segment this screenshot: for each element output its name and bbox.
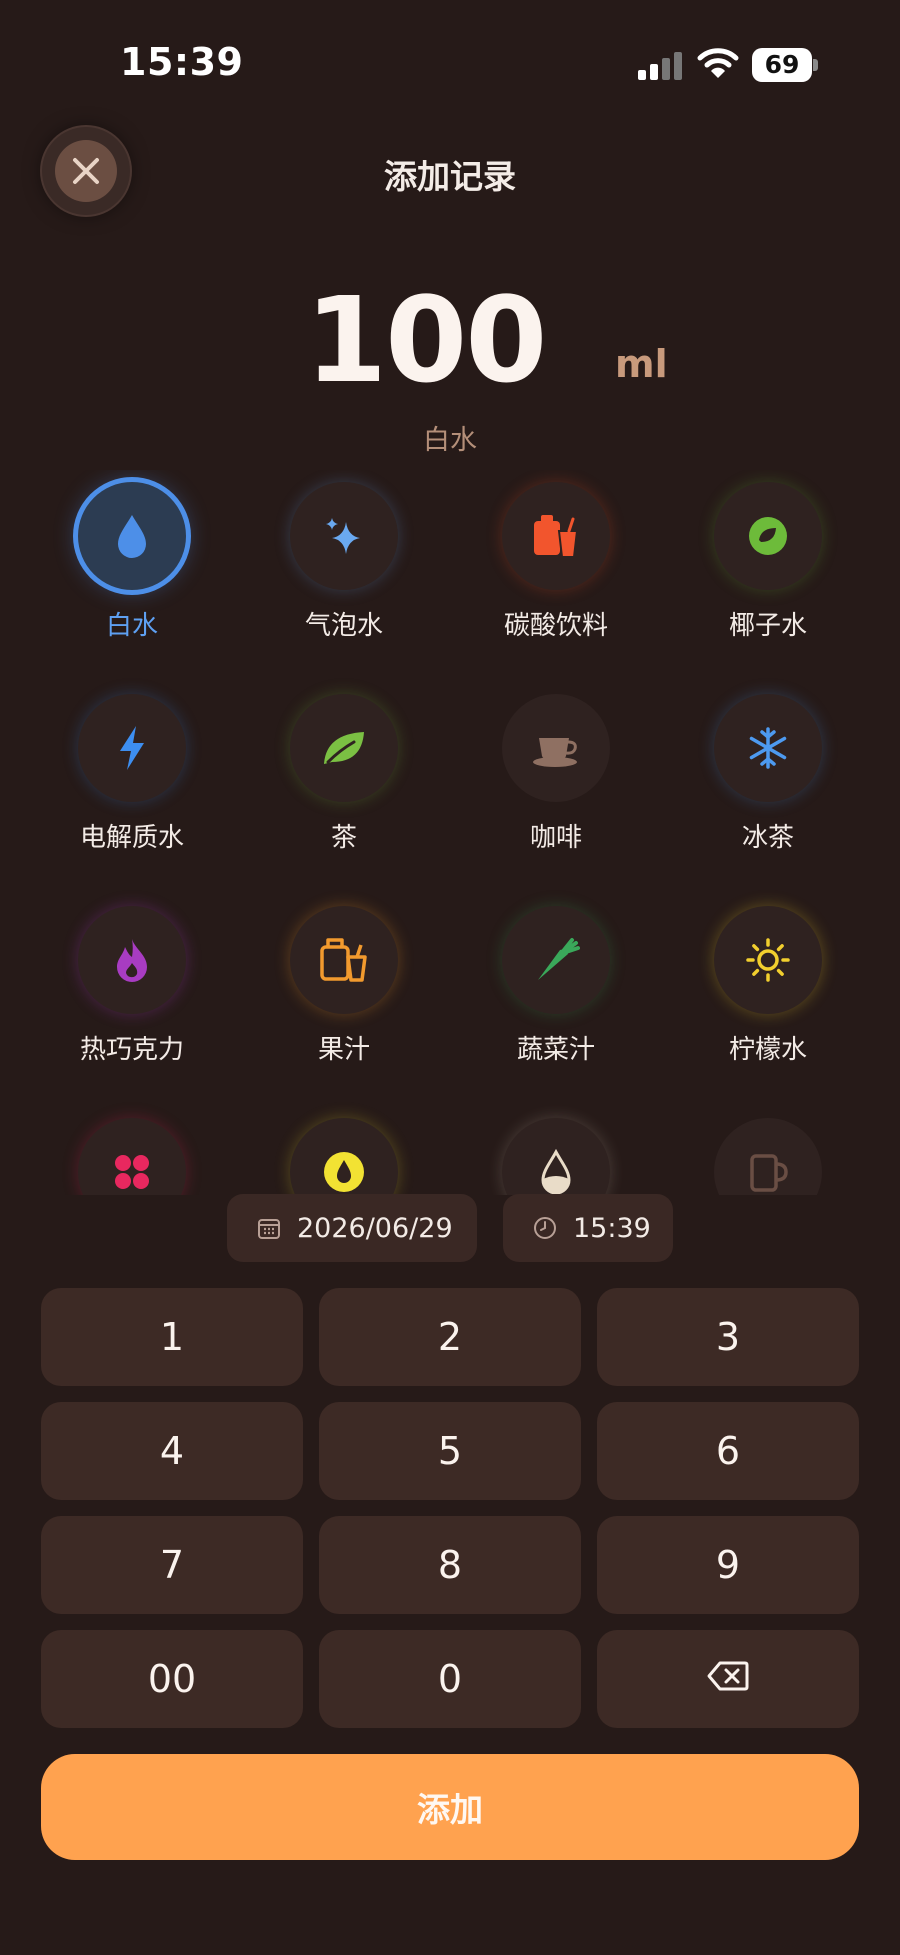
key-5[interactable]: 5 bbox=[319, 1402, 581, 1500]
battery-cap bbox=[813, 59, 818, 71]
drink-label: 果汁 bbox=[317, 1035, 370, 1065]
drink-option-electrolyte-water[interactable]: 电解质水 bbox=[32, 682, 232, 853]
drink-label: 电解质水 bbox=[79, 823, 184, 853]
drink-option-vegetable-juice[interactable]: 蔬菜汁 bbox=[456, 894, 656, 1065]
drink-option-iced-tea[interactable]: 冰茶 bbox=[668, 682, 868, 853]
time-value: 15:39 bbox=[573, 1212, 651, 1244]
clock-icon bbox=[533, 1216, 557, 1240]
time-picker[interactable]: 15:39 bbox=[503, 1194, 673, 1262]
key-0[interactable]: 0 bbox=[319, 1630, 581, 1728]
juice-box-icon bbox=[290, 906, 398, 1014]
leaf-icon bbox=[290, 694, 398, 802]
coffee-cup-icon bbox=[502, 694, 610, 802]
clover-icon bbox=[78, 1118, 186, 1195]
backspace-icon bbox=[707, 1657, 749, 1701]
key-3[interactable]: 3 bbox=[597, 1288, 859, 1386]
snowflake-icon bbox=[714, 694, 822, 802]
drink-label: 茶 bbox=[330, 823, 357, 853]
drink-label: 蔬菜汁 bbox=[516, 1035, 595, 1065]
drink-label: 椰子水 bbox=[728, 611, 807, 641]
wifi-icon bbox=[697, 46, 739, 80]
yellow-drop-icon bbox=[290, 1118, 398, 1195]
drink-label: 白水 bbox=[105, 611, 158, 641]
drink-option-more-1[interactable] bbox=[32, 1106, 232, 1195]
mug-icon bbox=[714, 1118, 822, 1195]
drink-option-more-2[interactable] bbox=[244, 1106, 444, 1195]
status-bar: 15:39 69 bbox=[0, 0, 900, 130]
status-time: 15:39 bbox=[120, 40, 244, 84]
page-title: 添加记录 bbox=[384, 157, 516, 196]
drink-label: 气泡水 bbox=[304, 611, 383, 641]
water-drop-icon bbox=[78, 482, 186, 590]
add-button[interactable]: 添加 bbox=[41, 1754, 859, 1860]
key-7[interactable]: 7 bbox=[41, 1516, 303, 1614]
drink-type-grid: 白水 气泡水 碳酸饮料 椰子水 电解质水 茶 咖啡 冰茶 热巧克力 果汁 蔬菜汁… bbox=[0, 470, 900, 1195]
key-4[interactable]: 4 bbox=[41, 1402, 303, 1500]
drink-option-hot-chocolate[interactable]: 热巧克力 bbox=[32, 894, 232, 1065]
battery-level: 69 bbox=[752, 48, 812, 82]
amount-value: 100 bbox=[305, 271, 547, 409]
battery-indicator: 69 bbox=[752, 48, 818, 82]
drink-option-more-4[interactable] bbox=[668, 1106, 868, 1195]
cellular-signal-icon bbox=[638, 50, 684, 80]
drink-label: 柠檬水 bbox=[728, 1035, 807, 1065]
drink-label: 冰茶 bbox=[741, 823, 794, 853]
key-6[interactable]: 6 bbox=[597, 1402, 859, 1500]
key-9[interactable]: 9 bbox=[597, 1516, 859, 1614]
selected-drink-name: 白水 bbox=[423, 425, 477, 456]
date-picker[interactable]: 2026/06/29 bbox=[227, 1194, 477, 1262]
drink-option-more-3[interactable] bbox=[456, 1106, 656, 1195]
key-00[interactable]: 00 bbox=[41, 1630, 303, 1728]
lightning-icon bbox=[78, 694, 186, 802]
key-1[interactable]: 1 bbox=[41, 1288, 303, 1386]
drink-option-soda[interactable]: 碳酸饮料 bbox=[456, 470, 656, 641]
sun-icon bbox=[714, 906, 822, 1014]
carrot-icon bbox=[502, 906, 610, 1014]
drink-option-coconut-water[interactable]: 椰子水 bbox=[668, 470, 868, 641]
flame-icon bbox=[78, 906, 186, 1014]
key-2[interactable]: 2 bbox=[319, 1288, 581, 1386]
drink-label: 碳酸饮料 bbox=[503, 611, 608, 641]
drink-option-water[interactable]: 白水 bbox=[32, 470, 232, 641]
drink-option-juice[interactable]: 果汁 bbox=[244, 894, 444, 1065]
coconut-icon bbox=[714, 482, 822, 590]
drink-option-coffee[interactable]: 咖啡 bbox=[456, 682, 656, 853]
drink-label: 咖啡 bbox=[529, 823, 582, 853]
soda-can-icon bbox=[502, 482, 610, 590]
date-value: 2026/06/29 bbox=[297, 1212, 453, 1244]
key-8[interactable]: 8 bbox=[319, 1516, 581, 1614]
drink-option-tea[interactable]: 茶 bbox=[244, 682, 444, 853]
milk-drop-icon bbox=[502, 1118, 610, 1195]
drink-option-lemonade[interactable]: 柠檬水 bbox=[668, 894, 868, 1065]
backspace-key[interactable] bbox=[597, 1630, 859, 1728]
drink-label: 热巧克力 bbox=[79, 1035, 184, 1065]
sparkles-icon bbox=[290, 482, 398, 590]
drink-option-sparkling-water[interactable]: 气泡水 bbox=[244, 470, 444, 641]
calendar-icon bbox=[257, 1216, 281, 1240]
amount-unit: ml bbox=[615, 342, 668, 386]
